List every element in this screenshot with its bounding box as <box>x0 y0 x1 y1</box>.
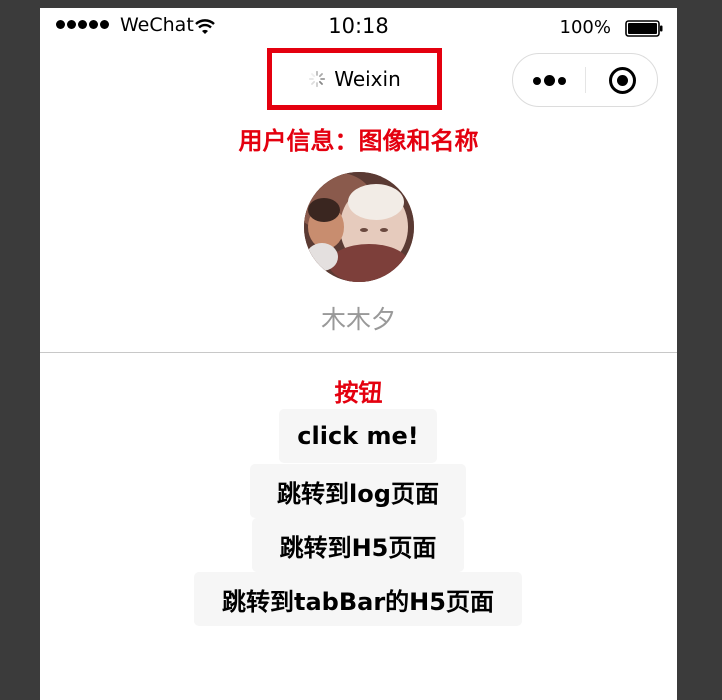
close-miniprogram-icon[interactable] <box>609 67 636 94</box>
loading-icon <box>309 70 326 88</box>
goto-tabbar-h5-page-button[interactable]: 跳转到tabBar的H5页面 <box>194 572 522 626</box>
battery-percentage: 100% <box>559 17 611 38</box>
status-bar: WeChat 10:18 100% <box>40 8 677 48</box>
more-icon[interactable] <box>533 75 566 86</box>
battery-icon <box>625 20 663 37</box>
avatar <box>304 172 414 282</box>
user-nickname: 木木夕 <box>320 305 396 334</box>
nav-title: Weixin <box>334 67 401 91</box>
avatar-image <box>304 172 414 282</box>
click-me-button[interactable]: click me! <box>279 409 437 463</box>
phone-screen: WeChat 10:18 100% Weixin 用户信息：图像和名称 木木夕 … <box>40 8 677 700</box>
nav-title-highlight: Weixin <box>267 48 442 110</box>
userinfo-section-title: 用户信息：图像和名称 <box>238 127 479 155</box>
miniprogram-capsule <box>512 53 658 107</box>
button-section-title: 按钮 <box>334 379 383 407</box>
capsule-divider <box>585 67 586 93</box>
goto-h5-page-button[interactable]: 跳转到H5页面 <box>252 518 464 572</box>
goto-log-page-button[interactable]: 跳转到log页面 <box>250 464 466 518</box>
section-divider <box>40 352 677 353</box>
